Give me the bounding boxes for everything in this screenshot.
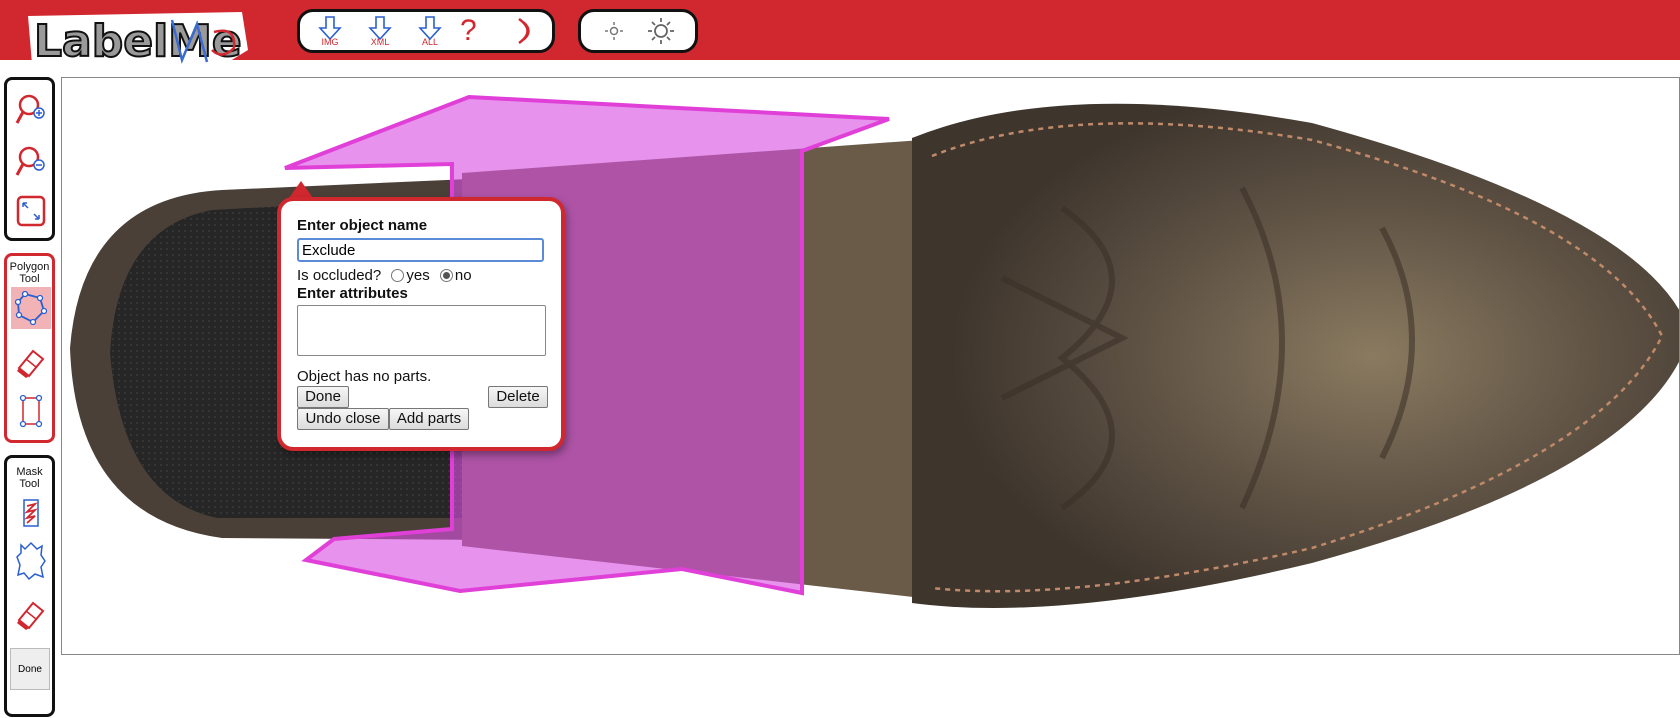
labelme-logo: LabelMe: [28, 12, 248, 68]
mask-tool-label: Mask Tool: [16, 466, 43, 490]
occluded-no-label: no: [454, 267, 472, 284]
brightness-toolbar: [578, 9, 698, 53]
download-xml-label: XML: [370, 37, 390, 47]
download-all-label: ALL: [421, 37, 438, 47]
object-name-heading: Enter object name: [297, 217, 428, 234]
occluded-no-radio[interactable]: [439, 268, 453, 282]
download-image-label: IMG: [321, 37, 339, 47]
popup-pointer: [289, 181, 313, 198]
attributes-textarea[interactable]: [297, 305, 546, 356]
boot-sole: [912, 103, 1679, 608]
delete-button[interactable]: Delete: [488, 386, 548, 408]
top-bar: LabelMe IMG XML ALL ?: [0, 0, 1680, 68]
download-toolbar: IMG XML ALL ?: [297, 9, 555, 53]
attributes-heading: Enter attributes: [297, 285, 408, 302]
zoom-panel: [4, 77, 55, 241]
object-label-popup: Enter object name Is occluded? yes no En…: [277, 197, 565, 451]
mask-eraser-icon[interactable]: [15, 598, 47, 632]
polygon-tool-label: Polygon Tool: [9, 261, 50, 285]
occluded-question: Is occluded?: [297, 267, 382, 284]
help-icon[interactable]: ?: [460, 14, 477, 48]
svg-text:LabelMe: LabelMe: [34, 16, 242, 67]
mask-region-icon[interactable]: [15, 541, 47, 581]
brightness-icon[interactable]: [647, 17, 675, 45]
object-name-input[interactable]: [297, 238, 544, 262]
polygon-icon[interactable]: [15, 291, 47, 325]
night-mode-icon[interactable]: [514, 16, 536, 46]
undo-close-button[interactable]: Undo close: [297, 408, 389, 430]
mask-tool-panel: Mask Tool Done: [4, 455, 55, 717]
mask-brush-icon[interactable]: [15, 496, 47, 530]
occluded-row: Is occluded? yes no: [297, 267, 472, 284]
polygon-tool-panel: Polygon Tool: [4, 253, 55, 443]
mask-done-button[interactable]: Done: [10, 648, 50, 690]
zoom-out-icon[interactable]: [15, 144, 47, 178]
download-xml-button[interactable]: XML: [360, 16, 400, 50]
parts-status: Object has no parts.: [297, 368, 432, 385]
dim-brightness-icon[interactable]: [603, 20, 625, 42]
add-parts-button[interactable]: Add parts: [389, 408, 469, 430]
bounding-box-icon[interactable]: [15, 394, 47, 428]
download-image-button[interactable]: IMG: [310, 16, 350, 50]
done-button[interactable]: Done: [297, 386, 349, 408]
occluded-yes-radio[interactable]: [391, 268, 405, 282]
download-all-button[interactable]: ALL: [410, 16, 450, 50]
eraser-icon[interactable]: [15, 346, 47, 380]
fit-to-screen-icon[interactable]: [15, 194, 47, 228]
zoom-in-icon[interactable]: [15, 92, 47, 126]
occluded-yes-label: yes: [406, 267, 430, 284]
